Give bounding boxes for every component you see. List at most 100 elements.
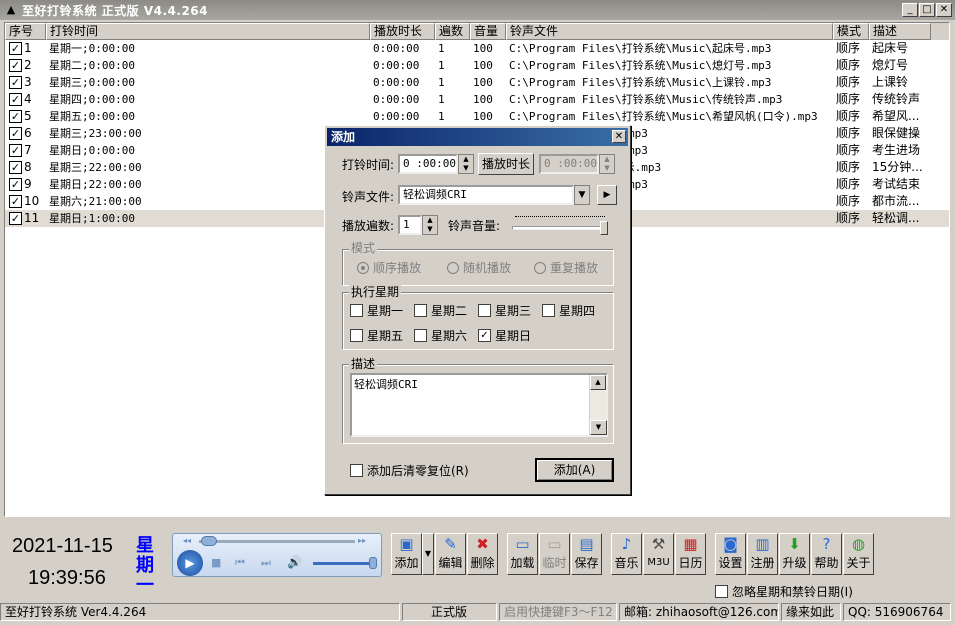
desc-text: 轻松调频CRI: [354, 378, 418, 391]
row-mode: 顺序: [836, 160, 861, 174]
row-mode: 顺序: [836, 126, 861, 140]
file-dropdown-arrow[interactable]: ▼: [574, 185, 590, 205]
row-index: ✓ 3: [9, 75, 32, 89]
row-desc: 考生进场: [872, 143, 921, 157]
weekday-checkbox[interactable]: 星期四: [542, 302, 595, 319]
player-volume-thumb[interactable]: [369, 557, 377, 569]
settings-button[interactable]: ◙ 设置: [715, 533, 746, 575]
repeat-spinner[interactable]: ▲ ▼: [422, 215, 438, 235]
calendar-button[interactable]: ▦ 日历: [675, 533, 706, 575]
save-button[interactable]: ▤ 保存: [571, 533, 602, 575]
register-button[interactable]: ▥ 注册: [747, 533, 778, 575]
row-volume: 100: [473, 42, 493, 55]
seek-thumb[interactable]: [201, 536, 217, 546]
close-button[interactable]: ✕: [936, 3, 952, 17]
save-disk-icon: ▤: [579, 535, 594, 553]
weekday-display: 星期一: [136, 535, 154, 596]
col-header-duration[interactable]: 播放时长: [370, 23, 435, 40]
volume-slider-thumb[interactable]: [600, 221, 608, 235]
upgrade-button[interactable]: ⬇ 升级: [779, 533, 810, 575]
desc-scrollbar[interactable]: ▲ ▼: [589, 375, 607, 435]
add-confirm-button[interactable]: 添加(A): [535, 458, 614, 482]
row-file: C:\Program Files\打铃系统\Music\熄灯号.mp3: [509, 59, 772, 72]
row-desc: 都市流...: [872, 194, 920, 208]
add-dropdown-arrow-icon[interactable]: ▼: [422, 533, 434, 575]
row-repeat: 1: [438, 76, 445, 89]
time-input[interactable]: 0 :00:00: [398, 154, 458, 174]
next-icon[interactable]: ⏭: [261, 556, 271, 570]
status-email: 邮箱: zhihaosoft@126.com: [619, 603, 779, 621]
dialog-close-button[interactable]: ✕: [612, 130, 626, 143]
time-display: 19:39:56: [28, 567, 106, 589]
play-preview-button[interactable]: ▶: [597, 185, 617, 205]
mode-random-radio: 随机播放: [447, 259, 511, 276]
row-enabled-checkbox[interactable]: ✓: [9, 59, 22, 72]
col-header-file[interactable]: 铃声文件: [506, 23, 833, 40]
repeat-input[interactable]: 1: [398, 215, 422, 235]
stop-icon[interactable]: ■: [211, 556, 221, 569]
row-enabled-checkbox[interactable]: ✓: [9, 42, 22, 55]
volume-icon[interactable]: 🔊: [287, 555, 302, 569]
row-enabled-checkbox[interactable]: ✓: [9, 127, 22, 140]
col-header-volume[interactable]: 音量: [470, 23, 506, 40]
weekday-checkbox[interactable]: 星期三: [478, 302, 531, 319]
forward-seek-icon[interactable]: ▸▸: [358, 536, 366, 545]
about-button[interactable]: ◍ 关于: [843, 533, 874, 575]
row-volume: 100: [473, 59, 493, 72]
scroll-down-arrow-icon[interactable]: ▼: [590, 420, 607, 435]
delete-icon: ✖: [476, 535, 489, 553]
row-time: 星期一;0:00:00: [49, 42, 135, 55]
minimize-button[interactable]: _: [902, 3, 918, 17]
add-dialog: 添加 ✕ 打铃时间: 0 :00:00 ▲ ▼ 播放时长 0 :00:00 ▲ ▼ …: [324, 125, 631, 495]
duration-button[interactable]: 播放时长: [478, 153, 534, 175]
col-header-index[interactable]: 序号: [5, 23, 46, 40]
col-header-mode[interactable]: 模式: [833, 23, 869, 40]
table-row[interactable]: ✓ 5 星期五;0:00:00 0:00:00 1 100 C:\Program Files…: [5, 108, 949, 125]
reset-after-add-checkbox[interactable]: 添加后清零复位(R): [350, 462, 469, 479]
file-select[interactable]: 轻松调频CRI: [398, 185, 574, 205]
scroll-up-arrow-icon[interactable]: ▲: [590, 375, 606, 390]
table-row[interactable]: ✓ 1 星期一;0:00:00 0:00:00 1 100 C:\Program Files…: [5, 40, 949, 57]
rewind-seek-icon[interactable]: ◂◂: [183, 536, 191, 545]
row-enabled-checkbox[interactable]: ✓: [9, 76, 22, 89]
play-icon[interactable]: ▶: [177, 550, 203, 576]
player-volume-bar[interactable]: [313, 562, 377, 565]
desc-textarea[interactable]: 轻松调频CRI: [350, 373, 608, 437]
add-button[interactable]: ▣ 添加: [391, 533, 422, 575]
row-time: 星期三;0:00:00: [49, 76, 135, 89]
m3u-button[interactable]: ⚒ M3U: [643, 533, 674, 575]
col-header-repeat[interactable]: 遍数: [435, 23, 470, 40]
time-spinner[interactable]: ▲ ▼: [458, 154, 474, 174]
row-enabled-checkbox[interactable]: ✓: [9, 161, 22, 174]
row-enabled-checkbox[interactable]: ✓: [9, 195, 22, 208]
repeat-label: 播放遍数:: [342, 219, 395, 233]
seek-bar[interactable]: [199, 540, 355, 543]
list-header: 序号 打铃时间 播放时长 遍数 音量 铃声文件 模式 描述: [5, 23, 949, 40]
row-enabled-checkbox[interactable]: ✓: [9, 110, 22, 123]
row-duration: 0:00:00: [373, 42, 420, 55]
col-header-desc[interactable]: 描述: [869, 23, 931, 40]
row-enabled-checkbox[interactable]: ✓: [9, 178, 22, 191]
row-time: 星期日;1:00:00: [49, 212, 135, 225]
weekday-checkbox[interactable]: 星期一: [350, 302, 403, 319]
weekday-checkbox[interactable]: 星期二: [414, 302, 467, 319]
row-enabled-checkbox[interactable]: ✓: [9, 93, 22, 106]
row-enabled-checkbox[interactable]: ✓: [9, 144, 22, 157]
table-row[interactable]: ✓ 4 星期四;0:00:00 0:00:00 1 100 C:\Program Files…: [5, 91, 949, 108]
ignore-weekday-checkbox[interactable]: 忽略星期和禁铃日期(I): [715, 583, 853, 600]
edit-button[interactable]: ✎ 编辑: [435, 533, 466, 575]
table-row[interactable]: ✓ 3 星期三;0:00:00 0:00:00 1 100 C:\Program Files…: [5, 74, 949, 91]
music-button[interactable]: ♪ 音乐: [611, 533, 642, 575]
table-row[interactable]: ✓ 2 星期二;0:00:00 0:00:00 1 100 C:\Program Files…: [5, 57, 949, 74]
col-header-time[interactable]: 打铃时间: [46, 23, 370, 40]
delete-button[interactable]: ✖ 删除: [467, 533, 498, 575]
maximize-button[interactable]: □: [919, 3, 935, 17]
weekday-checkbox[interactable]: 星期六: [414, 327, 467, 344]
load-button[interactable]: ▭ 加载: [507, 533, 538, 575]
weekday-checkbox[interactable]: ✓ 星期日: [478, 327, 531, 344]
row-enabled-checkbox[interactable]: ✓: [9, 212, 22, 225]
weekday-checkbox[interactable]: 星期五: [350, 327, 403, 344]
help-button[interactable]: ? 帮助: [811, 533, 842, 575]
previous-icon[interactable]: ⏮: [235, 556, 245, 570]
row-index: ✓ 2: [9, 58, 32, 72]
